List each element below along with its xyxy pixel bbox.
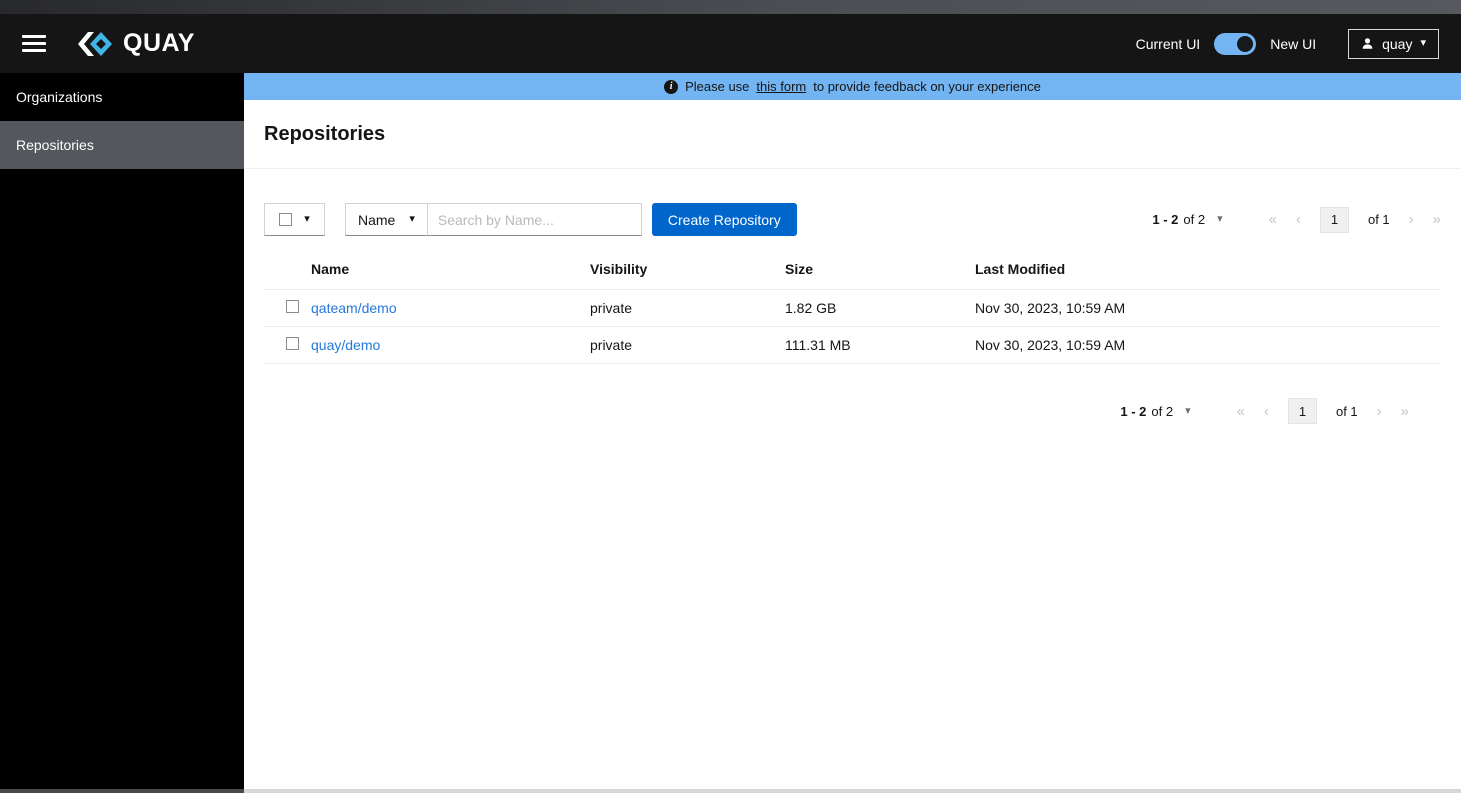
pagination-next-button[interactable]: ›	[1409, 212, 1414, 227]
feedback-banner: i Please use this form to provide feedba…	[244, 73, 1461, 100]
filter-column-dropdown[interactable]: Name ▾	[345, 203, 428, 236]
repository-last-modified: Nov 30, 2023, 10:59 AM	[975, 326, 1441, 364]
repository-link[interactable]: quay/demo	[311, 337, 380, 353]
repositories-table: Name Visibility Size Last Modified qatea…	[264, 253, 1441, 364]
quay-logo-icon	[78, 31, 112, 56]
column-header-size: Size	[785, 253, 975, 290]
pagination-first-button[interactable]: «	[1269, 212, 1277, 227]
pagination-page-input[interactable]	[1319, 206, 1349, 233]
row-checkbox[interactable]	[286, 300, 299, 313]
chevron-down-icon: ▾	[1420, 37, 1426, 49]
user-name: quay	[1382, 35, 1413, 52]
toggle-knob-icon	[1237, 35, 1254, 52]
pagination-range-dropdown[interactable]: 1 - 2 of 2 ▾	[1120, 404, 1190, 419]
chevron-down-icon: ▾	[304, 213, 310, 225]
banner-text-after: to provide feedback on your experience	[813, 79, 1041, 94]
table-header-row: Name Visibility Size Last Modified	[264, 253, 1441, 290]
repository-link[interactable]: qateam/demo	[311, 300, 397, 316]
horizontal-scrollbar[interactable]	[0, 789, 1461, 793]
sidebar: Organizations Repositories	[0, 73, 244, 793]
pagination-prev-button[interactable]: ‹	[1296, 212, 1301, 227]
create-repository-button[interactable]: Create Repository	[651, 203, 797, 236]
pagination-page-input[interactable]	[1287, 398, 1317, 424]
table-row: quay/demo private 111.31 MB Nov 30, 2023…	[264, 326, 1441, 364]
pagination-last-button[interactable]: »	[1401, 404, 1409, 419]
pagination-of-label: of 1	[1335, 403, 1358, 419]
column-header-visibility: Visibility	[590, 253, 785, 290]
pagination-first-button[interactable]: «	[1237, 404, 1245, 419]
repository-visibility: private	[590, 289, 785, 327]
main-content: i Please use this form to provide feedba…	[244, 73, 1461, 793]
sidebar-item-repositories[interactable]: Repositories	[0, 121, 244, 169]
pagination-range-total: of 2	[1183, 212, 1206, 227]
page-title: Repositories	[264, 123, 386, 145]
new-ui-label: New UI	[1270, 35, 1317, 52]
quay-logo: QUAY	[76, 29, 195, 58]
column-header-name: Name	[311, 253, 590, 290]
chevron-down-icon: ▾	[1185, 404, 1191, 417]
pagination-next-button[interactable]: ›	[1377, 404, 1382, 419]
chevron-down-icon: ▾	[1217, 213, 1223, 225]
repository-last-modified: Nov 30, 2023, 10:59 AM	[975, 289, 1441, 327]
pagination-top: 1 - 2 of 2 ▾ « ‹ of 1 › »	[1152, 206, 1441, 233]
pagination-prev-button[interactable]: ‹	[1264, 404, 1269, 419]
column-header-last-modified: Last Modified	[975, 253, 1441, 290]
sidebar-item-organizations[interactable]: Organizations	[0, 73, 244, 121]
chevron-down-icon: ▾	[409, 213, 415, 225]
row-checkbox[interactable]	[286, 337, 299, 350]
brand-text: QUAY	[123, 29, 195, 57]
bulk-select-dropdown[interactable]: ▾	[264, 203, 325, 236]
filter-column-label: Name	[358, 211, 396, 228]
pagination-range-total: of 2	[1151, 403, 1174, 419]
search-input[interactable]	[427, 203, 642, 236]
ui-toggle-switch[interactable]	[1214, 32, 1257, 55]
table-row: qateam/demo private 1.82 GB Nov 30, 2023…	[264, 289, 1441, 327]
pagination-range-dropdown[interactable]: 1 - 2 of 2 ▾	[1152, 212, 1222, 227]
window-top-strip	[0, 0, 1461, 14]
feedback-form-link[interactable]: this form	[756, 79, 806, 94]
repository-size: 111.31 MB	[785, 326, 975, 364]
user-menu-dropdown[interactable]: quay ▾	[1348, 28, 1439, 59]
pagination-last-button[interactable]: »	[1433, 212, 1441, 227]
banner-text-before: Please use	[685, 79, 750, 94]
current-ui-label: Current UI	[1135, 35, 1201, 52]
pagination-range-current: 1 - 2	[1152, 212, 1179, 227]
masthead: QUAY Current UI New UI quay ▾	[0, 14, 1461, 73]
bulk-select-checkbox[interactable]	[279, 213, 293, 226]
repository-size: 1.82 GB	[785, 289, 975, 327]
user-icon	[1362, 38, 1373, 49]
repository-visibility: private	[590, 326, 785, 364]
pagination-of-label: of 1	[1367, 212, 1390, 227]
info-icon: i	[664, 79, 679, 94]
pagination-bottom: 1 - 2 of 2 ▾ « ‹ of 1 › »	[264, 398, 1441, 424]
hamburger-icon	[22, 35, 46, 38]
toolbar: ▾ Name ▾ Create Repository 1 - 2 of 2 ▾	[264, 203, 1441, 236]
page-header: Repositories	[244, 100, 1461, 169]
menu-toggle-button[interactable]	[22, 35, 46, 52]
pagination-range-current: 1 - 2	[1120, 403, 1147, 419]
